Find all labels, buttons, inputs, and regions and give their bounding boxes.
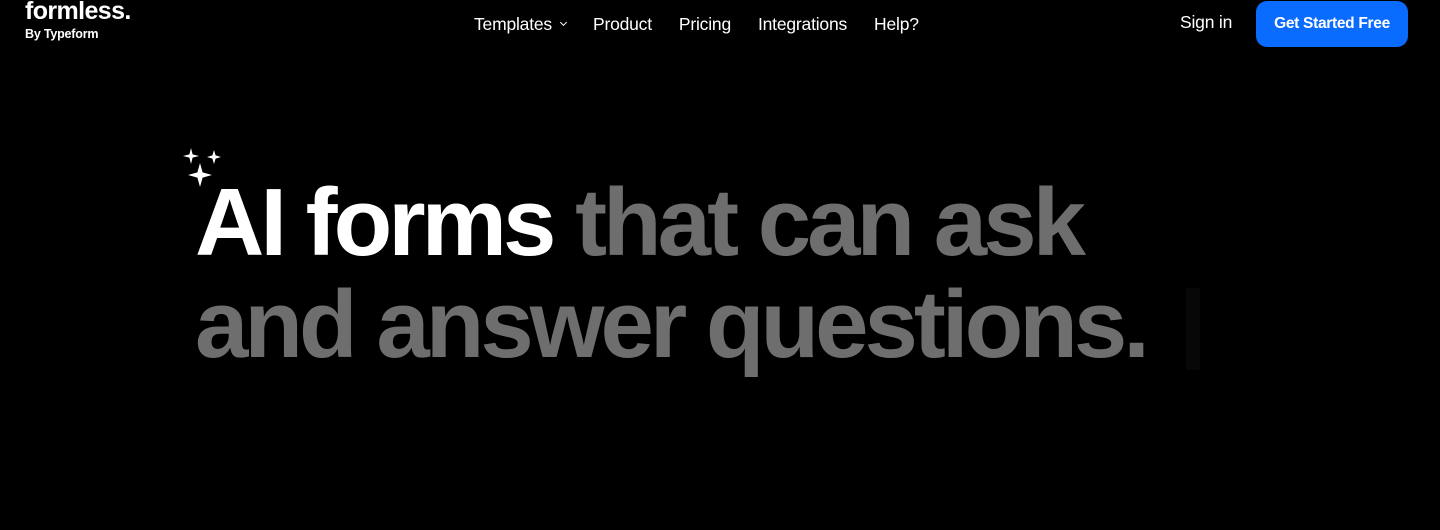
landing-page: formless. By Typeform Templates Product … bbox=[0, 0, 1440, 530]
chevron-down-icon bbox=[559, 18, 568, 26]
brand-name: formless. bbox=[25, 0, 131, 25]
brand-logo[interactable]: formless. By Typeform bbox=[25, 0, 131, 41]
nav-item-pricing[interactable]: Pricing bbox=[679, 14, 731, 35]
nav-item-integrations[interactable]: Integrations bbox=[758, 14, 847, 35]
nav-item-label: Help? bbox=[874, 13, 919, 34]
nav-item-label: Templates bbox=[474, 13, 552, 34]
nav-item-templates[interactable]: Templates bbox=[474, 13, 568, 35]
hero-line-1: AI forms that can ask bbox=[195, 172, 1245, 274]
nav-item-label: Product bbox=[592, 13, 652, 34]
nav-item-label: Pricing bbox=[678, 13, 731, 34]
site-header: formless. By Typeform Templates Product … bbox=[0, 0, 1440, 52]
brand-tagline: By Typeform bbox=[25, 27, 99, 41]
hero-line-2: and answer questions. bbox=[195, 271, 1150, 378]
typing-cursor bbox=[1186, 288, 1200, 370]
hero-rest-line-1: that can ask bbox=[552, 169, 1086, 276]
main-nav: Templates Product Pricing Integrations H… bbox=[474, 11, 919, 37]
nav-item-help[interactable]: Help? bbox=[874, 14, 919, 35]
get-started-button[interactable]: Get Started Free bbox=[1256, 1, 1408, 47]
hero-highlight: AI forms bbox=[195, 169, 556, 276]
sign-in-link[interactable]: Sign in bbox=[1180, 12, 1232, 33]
hero-headline: AI forms that can ask and answer questio… bbox=[195, 172, 1245, 376]
nav-item-product[interactable]: Product bbox=[593, 14, 652, 35]
nav-item-label: Integrations bbox=[757, 13, 848, 34]
